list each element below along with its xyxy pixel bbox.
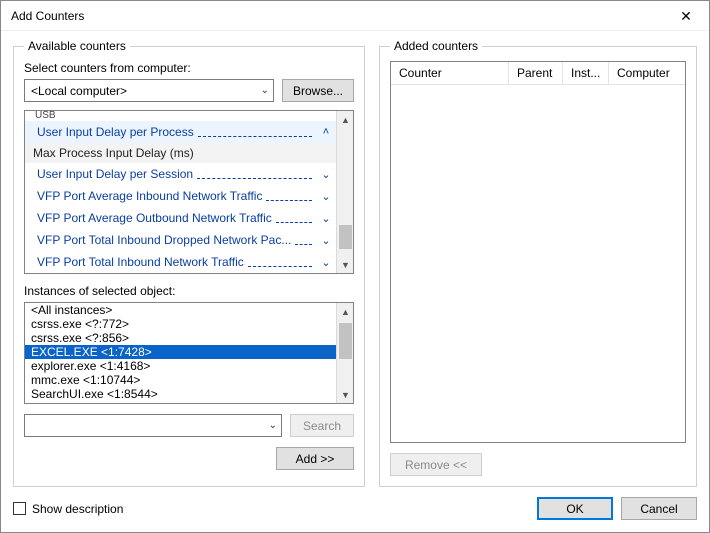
select-computer-label: Select counters from computer: bbox=[24, 61, 354, 75]
counter-category[interactable]: VFP Port Total Inbound Dropped Network P… bbox=[25, 229, 336, 251]
chevron-up-icon: ˄ bbox=[320, 126, 332, 138]
available-counters-legend: Available counters bbox=[24, 39, 130, 53]
scroll-up-icon[interactable]: ▲ bbox=[337, 111, 354, 128]
column-header-inst[interactable]: Inst... bbox=[563, 62, 609, 85]
added-counters-legend: Added counters bbox=[390, 39, 482, 53]
scroll-down-icon[interactable]: ▼ bbox=[337, 256, 354, 273]
scrollbar-thumb[interactable] bbox=[339, 225, 352, 249]
column-header-computer[interactable]: Computer bbox=[609, 62, 685, 85]
add-counters-window: Add Counters ✕ Available counters Select… bbox=[0, 0, 710, 533]
computer-combobox-value: <Local computer> bbox=[31, 84, 127, 98]
titlebar: Add Counters ✕ bbox=[1, 1, 709, 31]
ok-button[interactable]: OK bbox=[537, 497, 613, 520]
chevron-down-icon: ⌄ bbox=[261, 85, 269, 96]
remove-button[interactable]: Remove << bbox=[390, 453, 482, 476]
chevron-down-icon: ⌄ bbox=[320, 212, 332, 225]
instance-item[interactable]: mmc.exe <1:10744> bbox=[25, 373, 336, 387]
counter-category[interactable]: VFP Port Total Inbound Network Traffic ⌄ bbox=[25, 251, 336, 273]
instance-item[interactable]: EXCEL.EXE <1:7428> bbox=[25, 345, 336, 359]
instance-item[interactable]: <All instances> bbox=[25, 303, 336, 317]
counter-category[interactable]: VFP Port Average Outbound Network Traffi… bbox=[25, 207, 336, 229]
close-button[interactable]: ✕ bbox=[663, 1, 709, 31]
instance-item[interactable]: csrss.exe <?:772> bbox=[25, 317, 336, 331]
counter-category[interactable]: User Input Delay per Session ⌄ bbox=[25, 163, 336, 185]
counters-scrollbar[interactable]: ▲ ▼ bbox=[336, 111, 353, 273]
scrollbar-thumb[interactable] bbox=[339, 323, 352, 359]
chevron-down-icon: ⌄ bbox=[320, 190, 332, 203]
added-counters-group: Added counters Counter Parent Inst... Co… bbox=[379, 39, 697, 487]
instance-item[interactable]: ShellExperienceHost.exe <1:8420> bbox=[25, 401, 336, 403]
instances-list[interactable]: <All instances>csrss.exe <?:772>csrss.ex… bbox=[24, 302, 354, 404]
browse-button[interactable]: Browse... bbox=[282, 79, 354, 102]
column-header-counter[interactable]: Counter bbox=[391, 62, 509, 85]
instance-search-combobox[interactable]: ⌄ bbox=[24, 414, 282, 437]
chevron-down-icon: ⌄ bbox=[320, 234, 332, 247]
instances-scrollbar[interactable]: ▲ ▼ bbox=[336, 303, 353, 403]
window-title: Add Counters bbox=[11, 9, 84, 23]
checkbox-icon bbox=[13, 502, 26, 515]
chevron-down-icon: ⌄ bbox=[320, 168, 332, 181]
search-button[interactable]: Search bbox=[290, 414, 354, 437]
instance-item[interactable]: csrss.exe <?:856> bbox=[25, 331, 336, 345]
counter-category[interactable]: USB bbox=[25, 111, 336, 121]
counter-category-label: VFP Port Total Inbound Dropped Network P… bbox=[37, 233, 291, 247]
counter-category-label: VFP Port Total Inbound Network Traffic bbox=[37, 255, 244, 269]
added-counters-table[interactable]: Counter Parent Inst... Computer bbox=[390, 61, 686, 443]
chevron-down-icon: ⌄ bbox=[269, 420, 277, 431]
counter-category-label: VFP Port Average Outbound Network Traffi… bbox=[37, 211, 272, 225]
show-description-checkbox[interactable]: Show description bbox=[13, 502, 123, 516]
counter-category-label: VFP Port Average Inbound Network Traffic bbox=[37, 189, 262, 203]
column-header-parent[interactable]: Parent bbox=[509, 62, 563, 85]
computer-combobox[interactable]: <Local computer> ⌄ bbox=[24, 79, 274, 102]
instance-item[interactable]: explorer.exe <1:4168> bbox=[25, 359, 336, 373]
show-description-label: Show description bbox=[32, 502, 123, 516]
close-icon: ✕ bbox=[680, 9, 692, 23]
counter-category[interactable]: User Input Delay per Process ˄ bbox=[25, 121, 336, 143]
chevron-down-icon: ⌄ bbox=[320, 256, 332, 269]
counter-category[interactable]: VFP Port Average Inbound Network Traffic… bbox=[25, 185, 336, 207]
table-header: Counter Parent Inst... Computer bbox=[391, 62, 685, 85]
counter-category-label: User Input Delay per Session bbox=[37, 167, 193, 181]
cancel-button[interactable]: Cancel bbox=[621, 497, 697, 520]
instances-label: Instances of selected object: bbox=[24, 284, 354, 298]
counters-list[interactable]: USB User Input Delay per Process ˄ Max Proc… bbox=[24, 110, 354, 274]
add-button[interactable]: Add >> bbox=[276, 447, 354, 470]
scroll-down-icon[interactable]: ▼ bbox=[337, 386, 354, 403]
counter-item[interactable]: Max Process Input Delay (ms) bbox=[25, 143, 336, 163]
scroll-up-icon[interactable]: ▲ bbox=[337, 303, 354, 320]
dialog-footer: Show description OK Cancel bbox=[1, 497, 709, 532]
counter-category-label: User Input Delay per Process bbox=[37, 125, 194, 139]
dialog-body: Available counters Select counters from … bbox=[1, 31, 709, 497]
instance-item[interactable]: SearchUI.exe <1:8544> bbox=[25, 387, 336, 401]
available-counters-group: Available counters Select counters from … bbox=[13, 39, 365, 487]
